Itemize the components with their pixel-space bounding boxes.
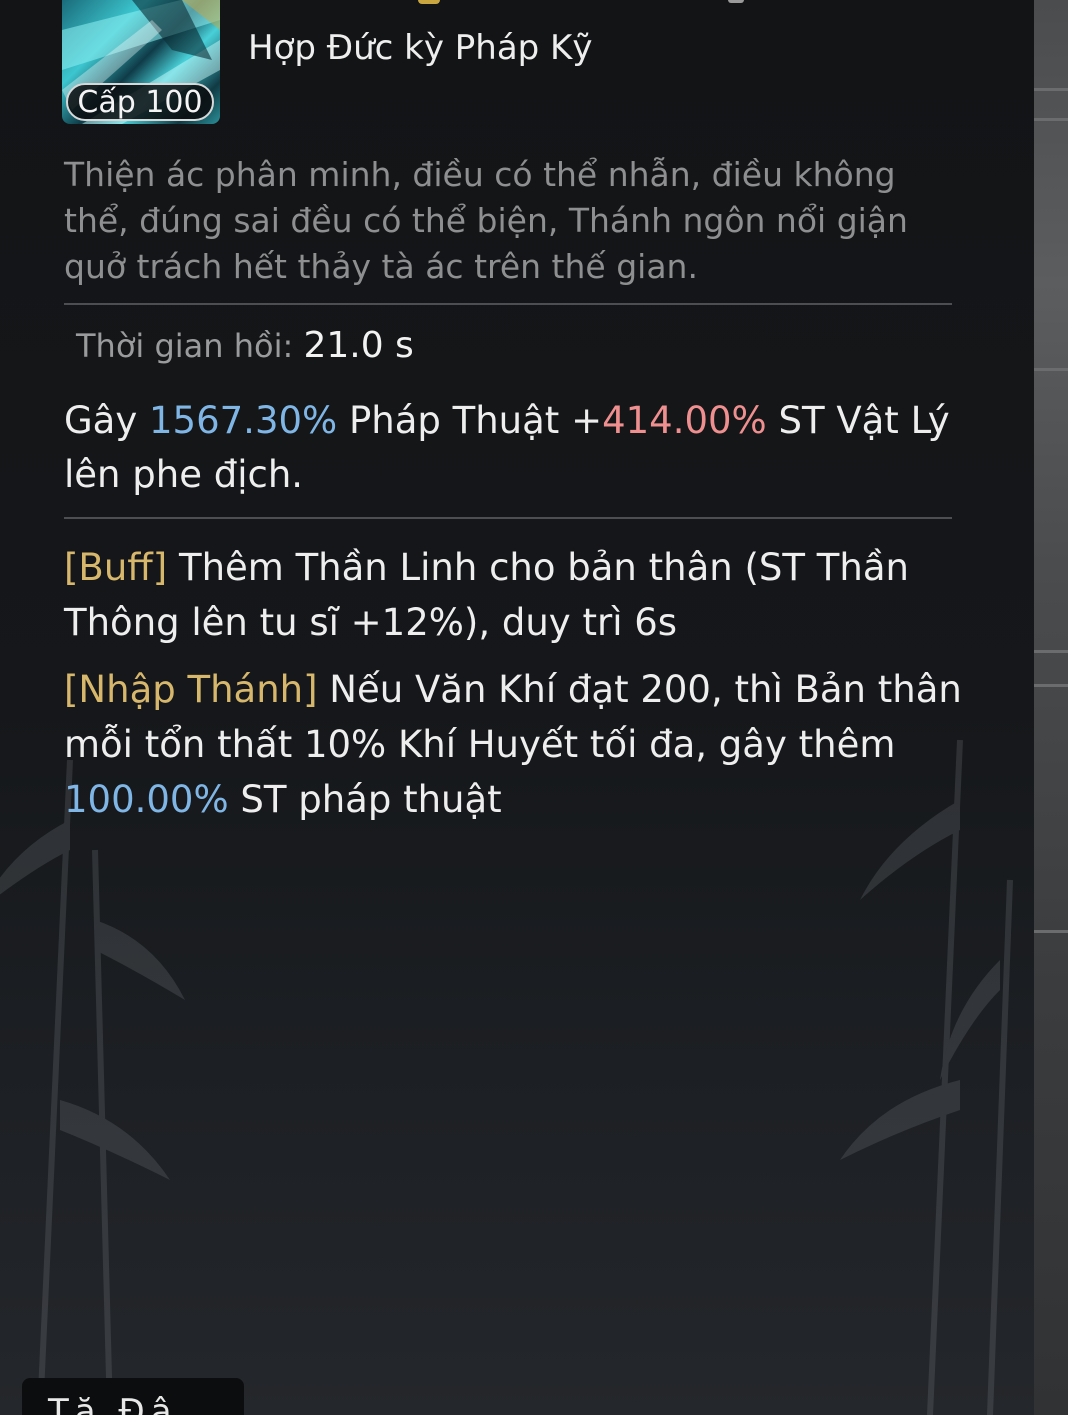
cooldown-value: 21.0 s — [303, 325, 414, 366]
passive-tag: [Nhập Thánh] — [64, 668, 318, 711]
buff-tag: [Buff] — [64, 546, 168, 589]
skill-description: Thiện ác phân minh, điều có thể nhẫn, đi… — [64, 155, 908, 286]
passive-suffix: ST pháp thuật — [228, 778, 502, 821]
skill-level-badge: Cấp 100 — [66, 83, 214, 121]
magic-damage-percent: 1567.30% — [149, 399, 338, 442]
bottom-tab-label: Tă Đâ — [48, 1392, 178, 1415]
effect-prefix: Gây — [64, 399, 150, 442]
divider — [64, 517, 952, 519]
cooldown-label: Thời gian hồi: — [76, 327, 294, 365]
skill-type-label: Hợp Đức kỳ Pháp Kỹ — [248, 28, 593, 68]
skill-tooltip-panel: Cấp 100 Hợp Đức kỳ Pháp Kỹ Thiện ác phân… — [0, 0, 1034, 1415]
cooldown-row: Thời gian hồi: 21.0 s — [76, 325, 414, 366]
effect-middle: Pháp Thuật + — [337, 399, 603, 442]
damage-effect-text: Gây 1567.30% Pháp Thuật +414.00% ST Vật … — [64, 394, 964, 502]
divider — [64, 303, 952, 305]
buff-effect-text: [Buff] Thêm Thần Linh cho bản thân (ST T… — [64, 540, 964, 650]
buff-description: Thêm Thần Linh cho bản thân (ST Thần Thô… — [64, 546, 909, 644]
passive-effect-text: [Nhập Thánh] Nếu Văn Khí đạt 200, thì Bả… — [64, 662, 964, 827]
background-underlay — [1030, 0, 1068, 1415]
physical-damage-percent: 414.00% — [602, 399, 767, 442]
bottom-tab[interactable]: Tă Đâ — [22, 1378, 244, 1415]
passive-damage-percent: 100.00% — [64, 778, 229, 821]
